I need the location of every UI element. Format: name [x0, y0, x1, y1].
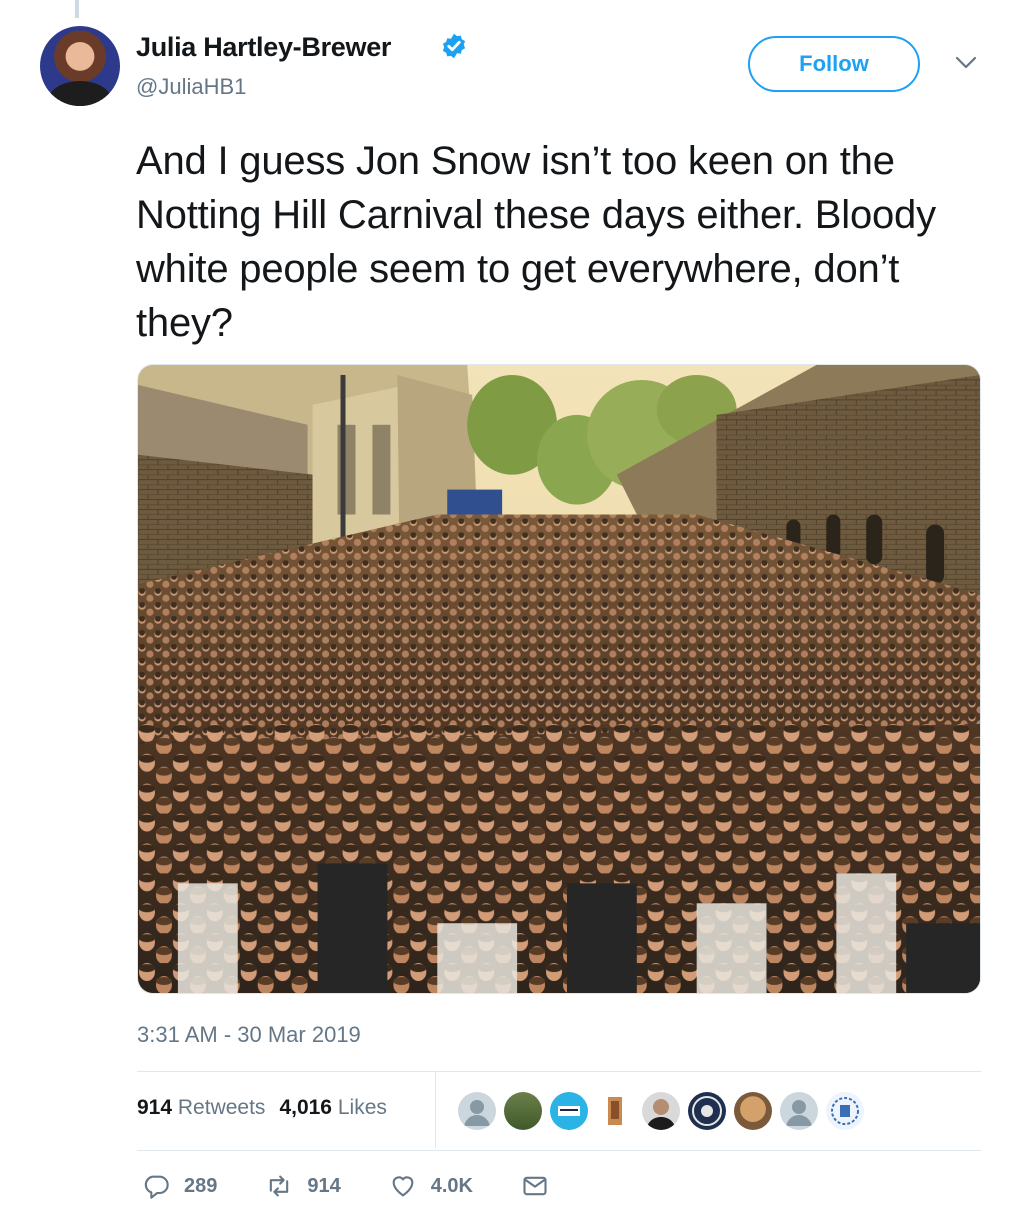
retweet-icon [270, 1175, 289, 1197]
liker-avatar-field[interactable] [504, 1092, 542, 1130]
liker-avatar-default[interactable] [458, 1092, 496, 1130]
reply-count: 289 [184, 1174, 218, 1197]
retweet-action[interactable]: 914 [265, 1172, 341, 1200]
tweet-text: And I guess Jon Snow isn’t too keen on t… [136, 139, 936, 345]
liker-avatar-cat[interactable] [734, 1092, 772, 1130]
direct-message-icon [523, 1176, 547, 1196]
reply-action[interactable]: 289 [142, 1172, 217, 1200]
liker-avatars [458, 1092, 864, 1130]
stats-top-divider [137, 1071, 981, 1072]
verified-badge-icon [442, 33, 466, 59]
tweet-actions: 289 914 4.0K [142, 1172, 611, 1200]
reply-icon [144, 1175, 169, 1199]
likes-stat[interactable]: 4,016 Likes [279, 1096, 386, 1119]
chevron-down-icon[interactable] [955, 56, 977, 70]
author-avatar[interactable] [40, 26, 120, 106]
liker-avatar-brexit-party[interactable] [550, 1092, 588, 1130]
stats-bottom-divider [137, 1150, 981, 1151]
liker-avatar-emblem[interactable] [826, 1092, 864, 1130]
tweet-photo[interactable] [137, 364, 981, 994]
stats-separator [435, 1072, 436, 1148]
liker-avatar-man[interactable] [642, 1092, 680, 1130]
like-action[interactable]: 4.0K [389, 1172, 473, 1200]
follow-button[interactable]: Follow [748, 36, 920, 92]
tweet-timestamp[interactable]: 3:31 AM - 30 Mar 2019 [137, 1022, 361, 1048]
like-count: 4.0K [430, 1174, 473, 1197]
thread-connector-line [75, 0, 79, 18]
retweets-stat[interactable]: 914 Retweets [137, 1096, 265, 1119]
like-icon [392, 1176, 414, 1197]
liker-avatar-portrait[interactable] [596, 1092, 634, 1130]
retweet-count: 914 [307, 1174, 341, 1197]
author-handle[interactable]: @JuliaHB1 [136, 74, 246, 100]
direct-message-action[interactable] [521, 1172, 563, 1200]
author-name[interactable]: Julia Hartley-Brewer [136, 32, 391, 63]
liker-avatar-default-2[interactable] [780, 1092, 818, 1130]
liker-avatar-badge[interactable] [688, 1092, 726, 1130]
tweet-stats: 914 Retweets 4,016 Likes [137, 1096, 387, 1120]
